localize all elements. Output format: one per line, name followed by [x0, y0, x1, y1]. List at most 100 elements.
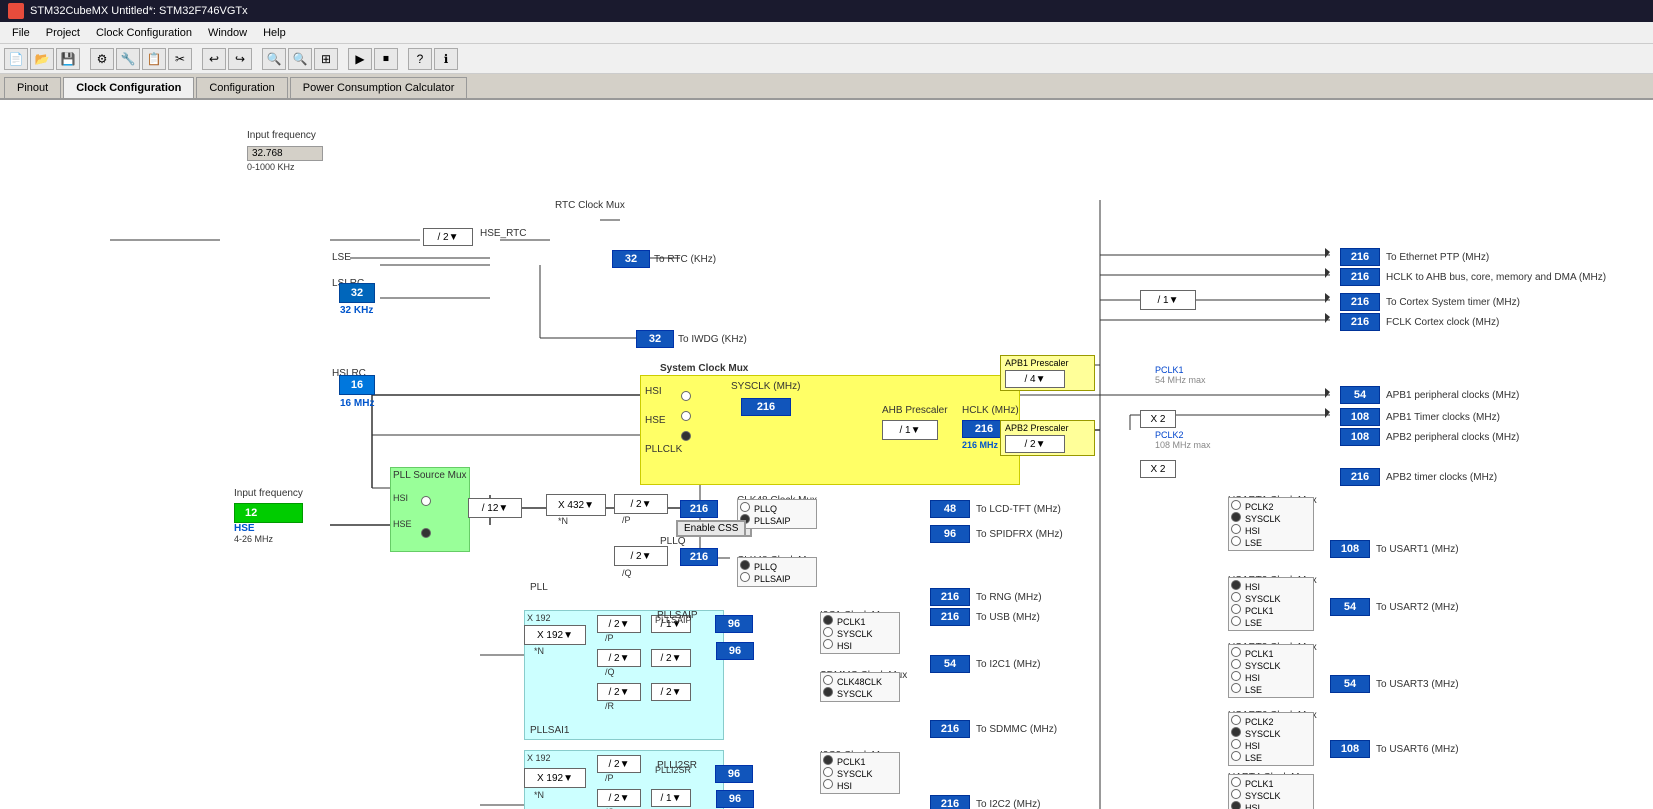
tab-pinout[interactable]: Pinout [4, 77, 61, 98]
tab-config[interactable]: Configuration [196, 77, 287, 98]
hclk-ahb-val: 216 [1340, 268, 1380, 286]
lsi-freq: 32 KHz [340, 305, 373, 316]
hsi-radio[interactable] [681, 391, 691, 401]
ethernet-ptp-val: 216 [1340, 248, 1380, 266]
apb1-timer-row: 108 APB1 Timer clocks (MHz) [1340, 408, 1500, 426]
hse-radio[interactable] [681, 411, 691, 421]
usart2-mux-area: USART2 Clock Mux HSI SYSCLK PCLK1 LSE [1228, 575, 1323, 631]
rng-lbl: To RNG (MHz) [976, 592, 1042, 603]
apb2-timer-val: 216 [1340, 468, 1380, 486]
tool4[interactable]: ✂ [168, 48, 192, 70]
apb1-div[interactable]: / 4▼ [1005, 370, 1065, 388]
zoom-fit[interactable]: ⊞ [314, 48, 338, 70]
run-button[interactable]: ▶ [348, 48, 372, 70]
plln-label: *N [558, 516, 568, 526]
undo-button[interactable]: ↩ [202, 48, 226, 70]
menu-file[interactable]: File [4, 25, 38, 41]
i2c1-mux-box: PCLK1 SYSCLK HSI [820, 612, 900, 654]
plli2s-q2-box[interactable]: / 1▼ [651, 789, 691, 807]
hse-input-freq-label: Input frequency [234, 488, 303, 499]
plli2s-n-box[interactable]: X 192▼ [524, 768, 586, 788]
hse-input-area: Input frequency 12 HSE 4-26 MHz [234, 488, 303, 544]
tool1[interactable]: ⚙ [90, 48, 114, 70]
info-button[interactable]: ℹ [434, 48, 458, 70]
i2c1-row: 54 To I2C1 (MHz) [930, 655, 1040, 673]
hse-div2-box[interactable]: / 2 ▼ [423, 228, 473, 246]
pllclk-radio[interactable] [681, 431, 691, 441]
menu-help[interactable]: Help [255, 25, 294, 41]
stop-button[interactable]: ⏹ [374, 48, 398, 70]
plli2s-q-box[interactable]: / 2▼ [597, 789, 641, 807]
rtc-mux-label: RTC Clock Mux [555, 200, 625, 211]
x2-apb2: X 2 [1140, 460, 1176, 478]
usart1-mux-box: PCLK2 SYSCLK HSI LSE [1228, 497, 1314, 551]
sdmmc-mux-box: CLK48CLK SYSCLK [820, 672, 900, 702]
ahb-div-box[interactable]: / 1▼ [882, 420, 938, 440]
apb2-div[interactable]: / 2▼ [1005, 435, 1065, 453]
i2c1-mux-area: I2C1 Clock Mux PCLK1 SYSCLK HSI [820, 610, 910, 654]
plli2s-n-star: *N [534, 790, 544, 800]
input-freq-value[interactable]: 32.768 [247, 146, 323, 161]
rng-val: 216 [930, 588, 970, 606]
pllm-box[interactable]: / 12▼ [468, 498, 522, 518]
i2c2-row: 216 To I2C2 (MHz) [930, 795, 1040, 809]
menu-clock[interactable]: Clock Configuration [88, 25, 200, 41]
usart3-val: 54 [1330, 675, 1370, 693]
pllsai-q2-box[interactable]: / 2▼ [651, 649, 691, 667]
tabbar: Pinout Clock Configuration Configuration… [0, 74, 1653, 100]
pllsai-q-box[interactable]: / 2▼ [597, 649, 641, 667]
apb2-periph-val: 108 [1340, 428, 1380, 446]
hse-pll-radio[interactable] [421, 528, 431, 538]
plln-box[interactable]: X 432▼ [546, 494, 606, 516]
titlebar: STM32CubeMX Untitled*: STM32F746VGTx [0, 0, 1653, 22]
usb-row: 216 To USB (MHz) [930, 608, 1040, 626]
help-button[interactable]: ? [408, 48, 432, 70]
apb2-periph-row: 108 APB2 peripheral clocks (MHz) [1340, 428, 1519, 446]
main-content: Input frequency 32.768 0-1000 KHz LSE LS… [0, 100, 1653, 809]
tab-clock[interactable]: Clock Configuration [63, 77, 194, 98]
to-iwdg-label: To IWDG (KHz) [678, 334, 747, 345]
zoom-in[interactable]: 🔍 [262, 48, 286, 70]
new-button[interactable]: 📄 [4, 48, 28, 70]
sdmmc-val: 216 [930, 720, 970, 738]
ethernet-ptp-row: 216 To Ethernet PTP (MHz) [1340, 248, 1489, 266]
usart1-mux-area: USART1 Clock Mux PCLK2 SYSCLK HSI LSE [1228, 495, 1323, 551]
open-button[interactable]: 📂 [30, 48, 54, 70]
pllq-box[interactable]: / 2▼ [614, 546, 668, 566]
pllsai-r-box[interactable]: / 2▼ [597, 683, 641, 701]
pllsai-r2-box[interactable]: / 2▼ [651, 683, 691, 701]
tool2[interactable]: 🔧 [116, 48, 140, 70]
lsi-rc-box: 32 [339, 283, 375, 303]
tool3[interactable]: 📋 [142, 48, 166, 70]
usb-val: 216 [930, 608, 970, 626]
hsi-pll-radio[interactable] [421, 496, 431, 506]
pllsai-p-box[interactable]: / 2▼ [597, 615, 641, 633]
clk48-lower-box: PLLQ PLLSAIP [737, 557, 817, 587]
app-icon [8, 3, 24, 19]
lcd-tft-val: 48 [930, 500, 970, 518]
redo-button[interactable]: ↪ [228, 48, 252, 70]
hse-rtc-label: HSE_RTC [480, 228, 527, 239]
pllp-label: /P [622, 515, 631, 525]
apb2-prescaler-box: APB2 Prescaler / 2▼ [1000, 420, 1095, 456]
pllp-box[interactable]: / 2▼ [614, 494, 668, 514]
plli2s-p-box[interactable]: / 2▼ [597, 755, 641, 773]
lcd-tft-lbl: To LCD-TFT (MHz) [976, 504, 1061, 515]
pllsai-n-star: *N [534, 646, 544, 656]
usart3-lbl: To USART3 (MHz) [1376, 679, 1459, 690]
apb1-timer-val: 108 [1340, 408, 1380, 426]
i2c1-lbl: To I2C1 (MHz) [976, 659, 1040, 670]
tab-power[interactable]: Power Consumption Calculator [290, 77, 468, 98]
apb2-timer-row: 216 APB2 timer clocks (MHz) [1340, 468, 1497, 486]
menu-project[interactable]: Project [38, 25, 88, 41]
cortex-timer-lbl: To Cortex System timer (MHz) [1386, 297, 1520, 308]
save-button[interactable]: 💾 [56, 48, 80, 70]
pll-output-val: 216 [680, 500, 718, 518]
to-rtc-label: To RTC (KHz) [654, 254, 716, 265]
enable-css-btn[interactable]: Enable CSS [676, 520, 746, 537]
pllsai-n-box[interactable]: X 192▼ [524, 625, 586, 645]
ahb-1-div-box[interactable]: / 1▼ [1140, 290, 1196, 310]
hclk-ahb-row: 216 HCLK to AHB bus, core, memory and DM… [1340, 268, 1606, 286]
menu-window[interactable]: Window [200, 25, 255, 41]
zoom-out[interactable]: 🔍 [288, 48, 312, 70]
